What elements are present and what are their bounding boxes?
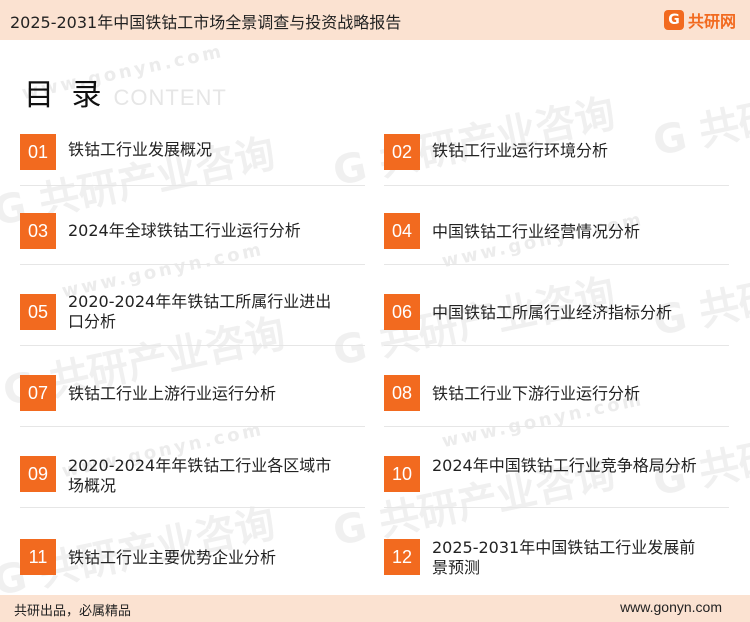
toc-item-06[interactable]: 06 中国铁钴工所属行业经济指标分析 <box>384 294 729 346</box>
toc-item-01[interactable]: 01 铁钴工行业发展概况 <box>20 134 365 186</box>
toc-item-label: 铁钴工行业运行环境分析 <box>432 141 609 160</box>
toc-item-08[interactable]: 08 铁钴工行业下游行业运行分析 <box>384 375 729 427</box>
toc-number-badge: 02 <box>384 134 420 170</box>
toc-number-badge: 08 <box>384 375 420 411</box>
divider <box>384 185 729 186</box>
toc-item-label: 铁钴工行业上游行业运行分析 <box>68 384 277 403</box>
toc-heading-subtitle: CONTENT <box>113 85 227 110</box>
brand-logo: G 共研网 <box>663 8 736 32</box>
divider <box>20 507 365 508</box>
toc-item-label: 2025-2031年中国铁钴工行业发展前景预测 <box>432 538 696 577</box>
divider <box>20 345 365 346</box>
divider <box>384 264 729 265</box>
footer-slogan: 共研出品，必属精品 <box>14 604 132 619</box>
divider <box>20 264 365 265</box>
toc-item-02[interactable]: 02 铁钴工行业运行环境分析 <box>384 134 729 186</box>
divider <box>20 185 365 186</box>
toc-item-label: 铁钴工行业发展概况 <box>68 140 213 159</box>
toc-item-label: 铁钴工行业主要优势企业分析 <box>68 548 277 567</box>
divider <box>20 426 365 427</box>
toc-number-badge: 06 <box>384 294 420 330</box>
toc-heading-title: 目 录 <box>24 78 106 113</box>
toc-number-badge: 04 <box>384 213 420 249</box>
toc-number-badge: 09 <box>20 456 56 492</box>
divider <box>384 426 729 427</box>
toc-item-09[interactable]: 09 2020-2024年年铁钴工行业各区域市场概况 <box>20 456 365 508</box>
toc-item-05[interactable]: 05 2020-2024年年铁钴工所属行业进出口分析 <box>20 292 365 346</box>
toc-number-badge: 03 <box>20 213 56 249</box>
toc-item-03[interactable]: 03 2024年全球铁钴工行业运行分析 <box>20 213 365 265</box>
toc-item-10[interactable]: 10 2024年中国铁钴工行业竞争格局分析 <box>384 456 729 508</box>
toc-number-badge: 01 <box>20 134 56 170</box>
toc-item-label: 2020-2024年年铁钴工所属行业进出口分析 <box>68 292 332 331</box>
toc-number-badge: 07 <box>20 375 56 411</box>
toc-number-badge: 11 <box>20 539 56 575</box>
top-banner: 2025-2031年中国铁钴工市场全景调查与投资战略报告 G 共研网 <box>0 0 750 40</box>
toc-heading: 目 录 CONTENT <box>24 70 227 114</box>
toc-number-badge: 10 <box>384 456 420 492</box>
divider <box>384 507 729 508</box>
toc-item-label: 铁钴工行业下游行业运行分析 <box>432 384 641 403</box>
toc-item-label: 2020-2024年年铁钴工行业各区域市场概况 <box>68 456 332 495</box>
report-title: 2025-2031年中国铁钴工市场全景调查与投资战略报告 <box>10 13 402 32</box>
toc-number-badge: 12 <box>384 539 420 575</box>
brand-logo-icon: G <box>663 10 684 30</box>
toc-item-label: 中国铁钴工行业经营情况分析 <box>432 222 641 241</box>
toc-item-label: 2024年中国铁钴工行业竞争格局分析 <box>432 456 697 475</box>
brand-name: 共研网 <box>687 12 736 31</box>
toc-number-badge: 05 <box>20 294 56 330</box>
toc-item-07[interactable]: 07 铁钴工行业上游行业运行分析 <box>20 375 365 427</box>
divider <box>384 345 729 346</box>
footer-bar: 共研出品，必属精品 www.gonyn.com <box>0 595 750 622</box>
toc-item-11[interactable]: 11 铁钴工行业主要优势企业分析 <box>20 539 365 591</box>
toc-item-12[interactable]: 12 2025-2031年中国铁钴工行业发展前景预测 <box>384 538 729 591</box>
toc-item-label: 2024年全球铁钴工行业运行分析 <box>68 221 301 240</box>
toc-item-04[interactable]: 04 中国铁钴工行业经营情况分析 <box>384 213 729 265</box>
footer-website-link[interactable]: www.gonyn.com <box>620 599 722 615</box>
toc-item-label: 中国铁钴工所属行业经济指标分析 <box>432 303 673 322</box>
